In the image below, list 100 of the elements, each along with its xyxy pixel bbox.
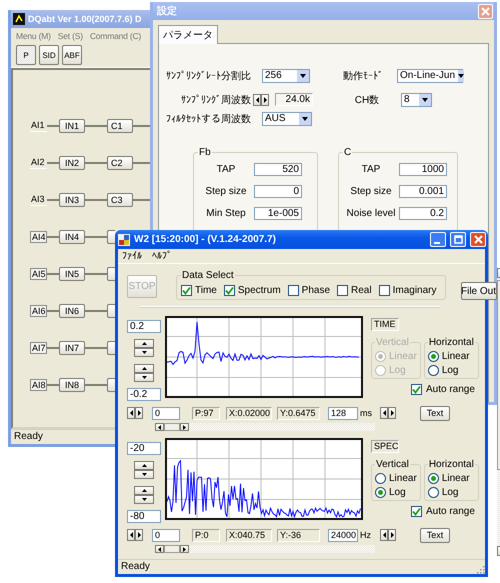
radio-button[interactable] bbox=[375, 487, 386, 498]
spin-right-button[interactable] bbox=[135, 407, 143, 419]
radio-button[interactable] bbox=[428, 487, 439, 498]
maximize-button[interactable] bbox=[450, 232, 466, 247]
filter-block[interactable]: IN2 bbox=[59, 156, 85, 170]
spin-left-button[interactable] bbox=[127, 529, 135, 541]
radio-button[interactable] bbox=[428, 351, 439, 362]
down-triangle-icon bbox=[142, 351, 146, 354]
input-field[interactable]: -80 bbox=[127, 510, 161, 523]
scrollbar[interactable] bbox=[155, 423, 375, 431]
checkbox[interactable] bbox=[224, 284, 235, 296]
close-icon bbox=[474, 235, 482, 244]
scale-up-button[interactable] bbox=[134, 461, 154, 470]
input-field[interactable]: 0.2 bbox=[127, 320, 161, 333]
input-field[interactable]: -20 bbox=[127, 442, 161, 455]
group-label: Horizontal bbox=[428, 459, 475, 470]
scroll-left-button[interactable] bbox=[155, 423, 164, 431]
output-block[interactable] bbox=[107, 267, 115, 281]
output-block[interactable]: C3 bbox=[107, 193, 133, 207]
input-field[interactable]: 0 bbox=[152, 528, 180, 542]
checkbox[interactable] bbox=[181, 284, 192, 296]
spin-left-button[interactable] bbox=[380, 529, 388, 541]
radio-button[interactable] bbox=[428, 365, 439, 376]
combo-box[interactable]: 256 bbox=[262, 68, 310, 82]
scale-up-button[interactable] bbox=[134, 364, 154, 373]
combo-box[interactable]: On-Line-Jun bbox=[397, 68, 463, 82]
menu-item[interactable]: ﾍﾙﾌﾟ bbox=[152, 250, 172, 262]
filter-block[interactable]: IN7 bbox=[59, 341, 85, 355]
scroll-thumb[interactable] bbox=[164, 545, 180, 553]
menu-item[interactable]: Command (C) bbox=[90, 30, 142, 40]
filter-block[interactable]: IN3 bbox=[59, 193, 85, 207]
app-icon bbox=[13, 13, 25, 25]
scroll-right-button[interactable] bbox=[180, 423, 189, 431]
minimize-button[interactable] bbox=[430, 232, 446, 247]
input-field[interactable]: 0.2 bbox=[399, 206, 447, 220]
scroll-right-button[interactable] bbox=[180, 545, 189, 553]
spin-right-button[interactable] bbox=[135, 529, 143, 541]
toolbar-button[interactable]: SID bbox=[39, 45, 59, 65]
radio-button[interactable] bbox=[375, 473, 386, 484]
spin-left-button[interactable] bbox=[380, 407, 388, 419]
toolbar-button[interactable]: ABF bbox=[62, 45, 82, 65]
input-field[interactable]: 1000 bbox=[399, 162, 447, 176]
input-field[interactable]: 0.001 bbox=[399, 184, 447, 198]
output-block[interactable]: C2 bbox=[107, 156, 133, 170]
checkbox[interactable] bbox=[411, 384, 422, 395]
tab[interactable]: パラメータ bbox=[158, 25, 218, 44]
close-button[interactable] bbox=[470, 232, 486, 247]
checkbox-label: Phase bbox=[302, 284, 330, 296]
scale-up-button[interactable] bbox=[134, 486, 154, 495]
scale-down-button[interactable] bbox=[134, 470, 154, 480]
scale-down-button[interactable] bbox=[134, 348, 154, 358]
radio-button[interactable] bbox=[428, 473, 439, 484]
scale-up-button[interactable] bbox=[134, 339, 154, 348]
output-block[interactable] bbox=[107, 230, 115, 244]
combo-box[interactable]: 8 bbox=[401, 92, 432, 106]
filter-block[interactable]: IN4 bbox=[59, 230, 85, 244]
filter-block[interactable]: IN8 bbox=[59, 378, 85, 392]
scroll-left-button[interactable] bbox=[155, 545, 164, 553]
spin-left-button[interactable] bbox=[127, 407, 135, 419]
checkbox[interactable] bbox=[378, 284, 390, 296]
input-field[interactable]: -0.2 bbox=[127, 388, 161, 401]
output-block[interactable] bbox=[107, 378, 115, 392]
input-field[interactable]: 1e-005 bbox=[254, 206, 302, 220]
menu-item[interactable]: ﾌｧｲﾙ bbox=[122, 250, 142, 262]
input-field[interactable]: 0 bbox=[152, 406, 180, 420]
output-block[interactable] bbox=[107, 341, 115, 355]
combo-box[interactable]: AUS bbox=[262, 112, 312, 126]
spin-right-button[interactable] bbox=[388, 407, 396, 419]
spin-left-button[interactable] bbox=[253, 94, 261, 106]
checkbox[interactable] bbox=[337, 284, 348, 296]
input-field[interactable]: 0 bbox=[254, 184, 302, 198]
right-triangle-icon bbox=[138, 532, 140, 538]
filter-block[interactable]: IN6 bbox=[59, 304, 85, 318]
text-button[interactable]: Text bbox=[420, 528, 450, 542]
scroll-thumb[interactable] bbox=[164, 423, 180, 431]
filter-block[interactable]: IN5 bbox=[59, 267, 85, 281]
left-triangle-icon bbox=[382, 532, 386, 538]
input-field[interactable]: 520 bbox=[254, 162, 302, 176]
spin-right-button[interactable] bbox=[388, 529, 396, 541]
menu-item[interactable]: Set (S) bbox=[58, 30, 83, 40]
input-field[interactable]: 24000 bbox=[328, 528, 358, 542]
group-label: Horizontal bbox=[428, 337, 475, 348]
output-block[interactable]: C1 bbox=[107, 119, 133, 133]
spin-right-button[interactable] bbox=[261, 94, 269, 106]
text-button[interactable]: Text bbox=[420, 406, 450, 420]
filter-block[interactable]: IN1 bbox=[59, 119, 85, 133]
toolbar-button[interactable]: P bbox=[16, 45, 36, 65]
resize-grip-icon[interactable] bbox=[475, 564, 485, 574]
radio-label: Linear bbox=[442, 473, 470, 484]
input-field[interactable]: 128 bbox=[328, 406, 358, 420]
checkbox-label: Auto range bbox=[426, 506, 475, 517]
file-out-button[interactable]: File Out bbox=[460, 282, 496, 300]
output-block[interactable] bbox=[107, 304, 115, 318]
menu-item[interactable]: Menu (M) bbox=[16, 30, 51, 40]
checkbox[interactable] bbox=[411, 506, 422, 517]
scrollbar[interactable] bbox=[155, 545, 375, 553]
input-label: AI7 bbox=[30, 342, 47, 354]
input-label: AI8 bbox=[30, 379, 47, 391]
up-triangle-icon bbox=[142, 488, 146, 492]
checkbox[interactable] bbox=[288, 284, 299, 296]
